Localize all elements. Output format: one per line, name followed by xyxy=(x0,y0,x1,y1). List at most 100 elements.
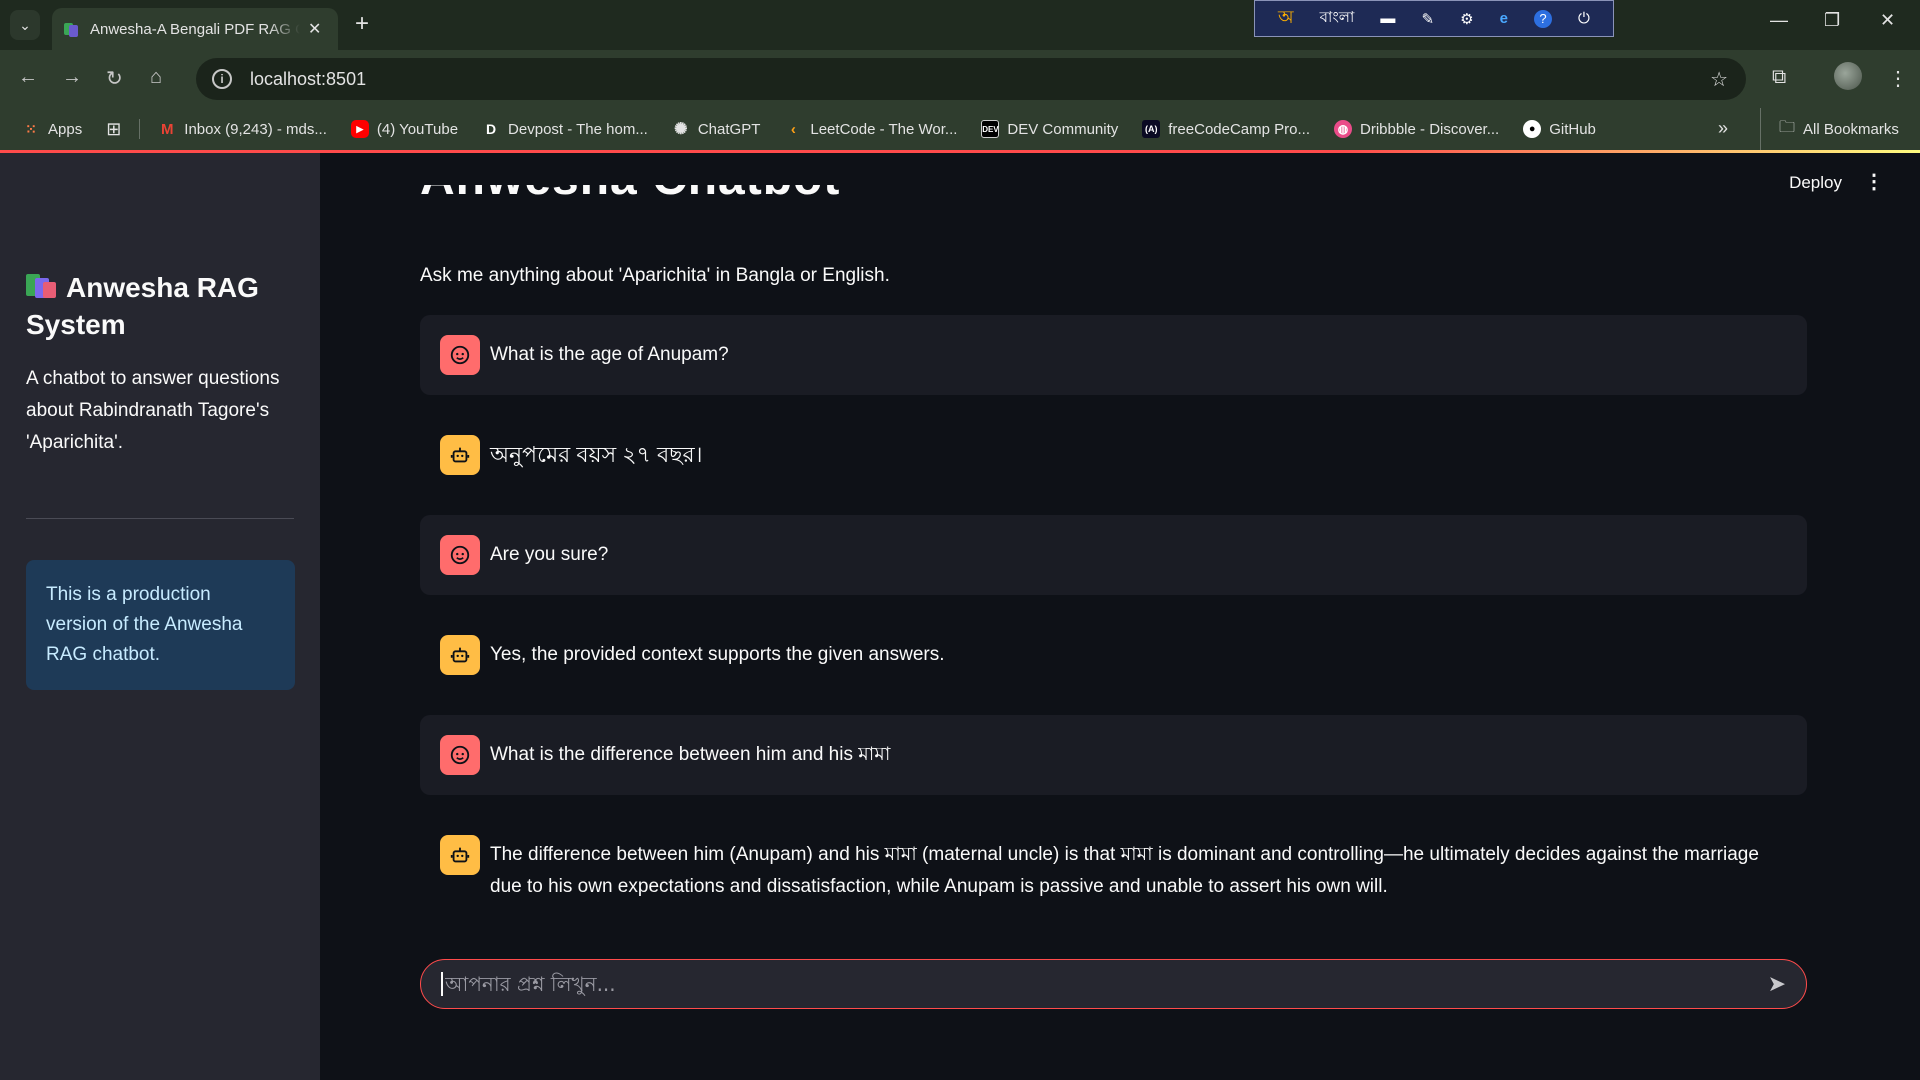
user-avatar xyxy=(440,735,480,775)
reload-icon[interactable]: ↻ xyxy=(106,66,123,91)
power-icon[interactable]: ⏻ xyxy=(1578,10,1590,27)
all-bookmarks-button[interactable]: 🗀 All Bookmarks xyxy=(1760,108,1899,150)
sidebar-title: Anwesha RAG System xyxy=(26,269,296,343)
folder-icon: 🗀 xyxy=(1779,118,1796,136)
message-text: Yes, the provided context supports the g… xyxy=(490,644,945,665)
chat-message-user: Are you sure? xyxy=(420,515,1807,595)
tab-title: Anwesha-A Bengali PDF RAG Chatbot xyxy=(90,20,300,38)
assistant-avatar xyxy=(440,635,480,675)
minimize-icon[interactable]: — xyxy=(1770,10,1788,31)
chatgpt-icon: ✺ xyxy=(674,121,688,138)
url-text[interactable]: localhost:8501 xyxy=(250,69,366,90)
deploy-button[interactable]: Deploy xyxy=(1789,173,1842,193)
browser-e-icon[interactable]: e xyxy=(1500,10,1508,27)
sidebar: Anwesha RAG System A chatbot to answer q… xyxy=(0,153,320,1080)
bookmark-youtube[interactable]: ▶ (4) YouTube xyxy=(350,120,459,138)
message-text: অনুপমের বয়স ২৭ বছর। xyxy=(490,442,703,467)
site-info-icon[interactable]: i xyxy=(212,69,232,89)
sidebar-info-box: This is a production version of the Anwe… xyxy=(26,560,295,690)
tab-groups-icon[interactable]: ⊞ xyxy=(106,119,121,140)
bookmark-apps[interactable]: ⁙ Apps xyxy=(22,120,82,138)
bookmark-dev[interactable]: DEV DEV Community xyxy=(981,120,1118,138)
keyboard-icon[interactable]: ▬ xyxy=(1380,10,1395,27)
main-content: Deploy ⋮ Anwesha Chatbot Ask me anything… xyxy=(320,153,1920,1080)
user-avatar xyxy=(440,335,480,375)
page-title: Anwesha Chatbot xyxy=(420,185,840,201)
devpost-icon: D xyxy=(485,121,497,137)
tab-close-icon[interactable]: ✕ xyxy=(308,19,321,39)
help-icon[interactable]: ? xyxy=(1533,9,1552,28)
bookmark-label: Devpost - The hom... xyxy=(508,120,648,138)
robot-icon xyxy=(450,447,470,463)
forward-icon[interactable]: → xyxy=(62,66,82,89)
browser-toolbar: ← → ↻ ⌂ i localhost:8501 ☆ ⧉ ⋮ xyxy=(0,50,1920,108)
new-tab-button[interactable]: + xyxy=(355,11,369,37)
browser-window: ⌄ Anwesha-A Bengali PDF RAG Chatbot ✕ + … xyxy=(0,0,1920,1080)
bookmark-label: Inbox (9,243) - mds... xyxy=(184,120,327,138)
chat-message-user: What is the age of Anupam? xyxy=(420,315,1807,395)
robot-icon xyxy=(450,847,470,863)
gmail-icon: M xyxy=(161,120,174,138)
main-menu-icon[interactable]: ⋮ xyxy=(1864,169,1884,194)
bookmark-label: LeetCode - The Wor... xyxy=(810,120,958,138)
github-icon: ● xyxy=(1523,120,1542,138)
ime-language-label[interactable]: বাংলা xyxy=(1320,6,1355,31)
close-window-icon[interactable]: ✕ xyxy=(1880,10,1895,31)
assistant-avatar xyxy=(440,835,480,875)
message-text: What is the difference between him and h… xyxy=(490,744,891,765)
bookmark-chatgpt[interactable]: ✺ ChatGPT xyxy=(672,120,760,139)
ime-toolbar: অ বাংলা ▬ ✎ ⚙ e ? ⏻ xyxy=(1254,0,1614,37)
chat-message-assistant: অনুপমের বয়স ২৭ বছর। xyxy=(420,415,1807,495)
sidebar-title-text: Anwesha RAG System xyxy=(26,272,259,340)
tab-active[interactable]: Anwesha-A Bengali PDF RAG Chatbot ✕ xyxy=(52,8,338,50)
apps-grid-icon: ⁙ xyxy=(25,120,37,137)
restore-icon[interactable]: ❐ xyxy=(1824,10,1840,31)
bookmark-dribbble[interactable]: ◍ Dribbble - Discover... xyxy=(1334,120,1499,138)
bookmark-gmail[interactable]: M Inbox (9,243) - mds... xyxy=(158,120,327,138)
assistant-avatar xyxy=(440,435,480,475)
chat-input-box[interactable]: ➤ xyxy=(420,959,1807,1009)
bookmark-devpost[interactable]: D Devpost - The hom... xyxy=(482,120,648,138)
bookmark-leetcode[interactable]: ‹ LeetCode - The Wor... xyxy=(784,120,958,138)
user-face-icon xyxy=(450,345,470,365)
sidebar-divider xyxy=(26,518,294,519)
send-icon[interactable]: ➤ xyxy=(1768,971,1786,997)
message-text: Are you sure? xyxy=(490,544,609,565)
bookmark-label: (4) YouTube xyxy=(376,120,459,138)
dribbble-icon: ◍ xyxy=(1334,120,1352,138)
user-avatar xyxy=(440,535,480,575)
gear-icon[interactable]: ⚙ xyxy=(1460,10,1473,28)
chat-input-field[interactable] xyxy=(441,972,1768,996)
bookmark-freecodecamp[interactable]: (A) freeCodeCamp Pro... xyxy=(1142,120,1310,138)
bookmark-label: DEV Community xyxy=(1007,120,1119,138)
chevron-down-icon: ⌄ xyxy=(19,16,31,33)
books-favicon-icon xyxy=(64,21,80,37)
bookmark-label: Dribbble - Discover... xyxy=(1360,120,1500,138)
tab-strip: ⌄ Anwesha-A Bengali PDF RAG Chatbot ✕ + … xyxy=(0,0,1920,50)
profile-avatar[interactable] xyxy=(1834,62,1862,90)
back-icon[interactable]: ← xyxy=(18,66,38,89)
message-text: What is the age of Anupam? xyxy=(490,344,729,365)
bookmark-separator xyxy=(139,119,141,139)
bangla-letter-icon[interactable]: অ xyxy=(1278,3,1294,34)
chat-message-assistant: The difference between him (Anupam) and … xyxy=(420,815,1807,923)
bookmark-label: Apps xyxy=(48,120,83,138)
user-face-icon xyxy=(450,745,470,765)
all-bookmarks-label: All Bookmarks xyxy=(1803,120,1899,138)
tab-search-button[interactable]: ⌄ xyxy=(10,10,40,40)
bookmark-label: GitHub xyxy=(1549,120,1596,138)
home-icon[interactable]: ⌂ xyxy=(150,66,162,89)
extensions-icon[interactable]: ⧉ xyxy=(1772,66,1786,89)
bookmark-star-icon[interactable]: ☆ xyxy=(1710,67,1728,92)
address-bar[interactable]: i localhost:8501 ☆ xyxy=(196,58,1746,100)
browser-menu-icon[interactable]: ⋮ xyxy=(1888,66,1908,91)
page-title-clipped: Anwesha Chatbot xyxy=(420,185,840,201)
bookmark-github[interactable]: ● GitHub xyxy=(1523,120,1596,138)
youtube-icon: ▶ xyxy=(350,120,369,138)
message-text: The difference between him (Anupam) and … xyxy=(490,844,1759,897)
bookmark-label: freeCodeCamp Pro... xyxy=(1168,120,1310,138)
books-icon xyxy=(26,272,58,300)
more-bookmarks-icon[interactable]: » xyxy=(1718,118,1728,139)
pen-icon[interactable]: ✎ xyxy=(1421,10,1434,28)
sidebar-description: A chatbot to answer questions about Rabi… xyxy=(26,368,280,453)
